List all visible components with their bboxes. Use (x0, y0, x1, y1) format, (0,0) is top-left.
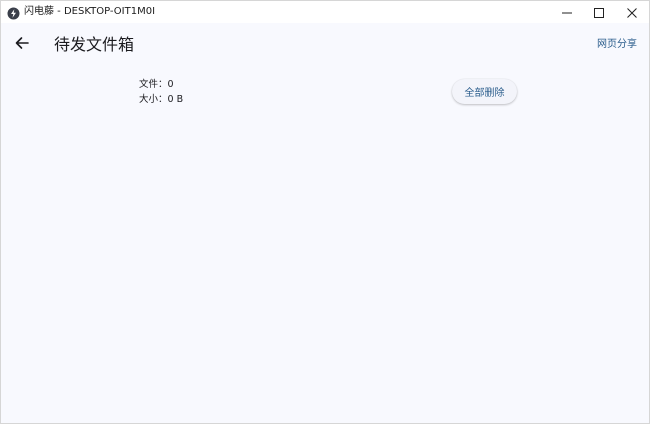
file-count-value: 0 (167, 79, 174, 90)
close-icon (627, 3, 637, 22)
maximize-button[interactable] (584, 1, 614, 23)
file-count-row: 文件：0 (139, 77, 183, 92)
web-share-button[interactable]: 网页分享 (597, 38, 637, 52)
title-bar[interactable]: 闪电藤 - DESKTOP-OIT1M0I (1, 1, 649, 23)
total-size-value: 0 B (167, 94, 184, 105)
minimize-icon (562, 3, 572, 22)
maximize-icon (594, 3, 604, 22)
total-size-label: 大小： (139, 94, 168, 105)
page-title: 待发文件箱 (54, 35, 135, 54)
back-button[interactable] (11, 34, 33, 56)
file-count-label: 文件： (139, 79, 168, 90)
app-window: 闪电藤 - DESKTOP-OIT1M0I 待发文件箱 网页分享 文件：0 大小… (0, 0, 650, 424)
app-logo-icon (7, 5, 20, 20)
arrow-left-icon (14, 35, 30, 55)
total-size-row: 大小：0 B (139, 92, 183, 107)
window-title: 闪电藤 - DESKTOP-OIT1M0I (24, 6, 156, 17)
outbox-stats: 文件：0 大小：0 B (139, 77, 183, 107)
minimize-button[interactable] (552, 1, 582, 23)
close-button[interactable] (617, 1, 647, 23)
delete-all-button[interactable]: 全部删除 (452, 79, 517, 104)
